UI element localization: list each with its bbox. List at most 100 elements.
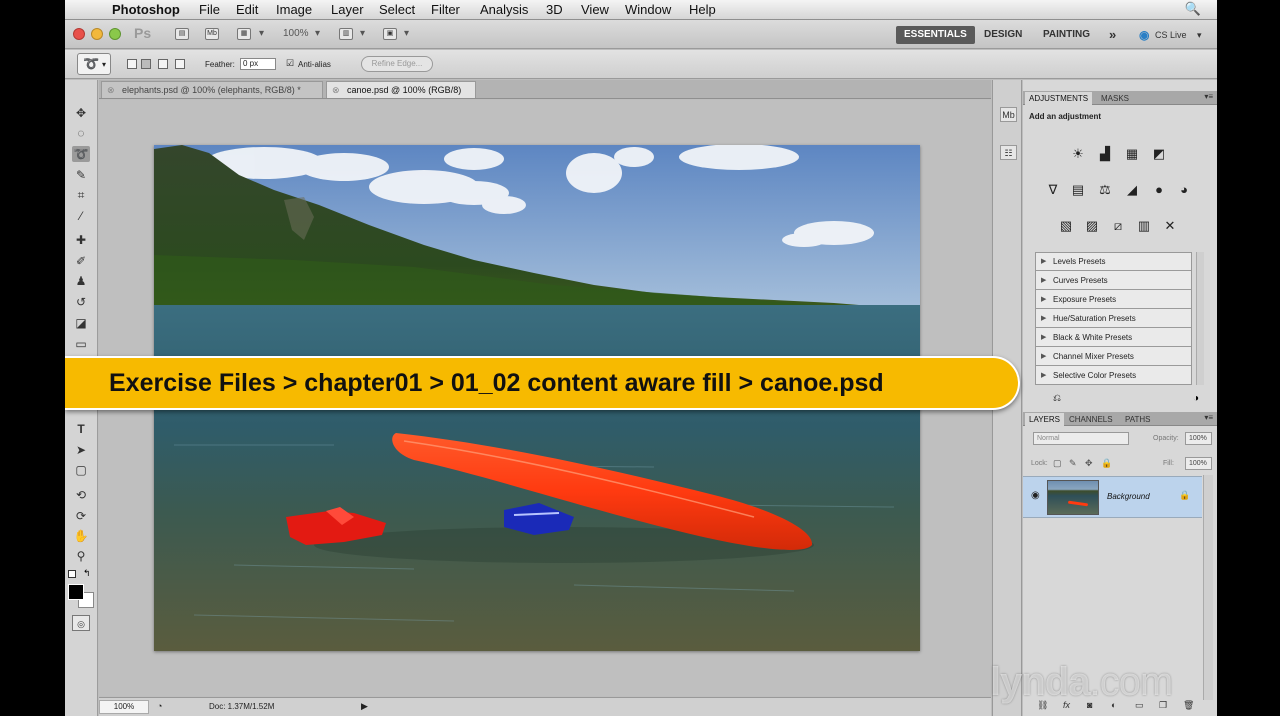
menu-filter[interactable]: Filter (431, 2, 460, 17)
refine-edge-button[interactable]: Refine Edge... (361, 56, 433, 72)
type-tool-icon[interactable]: T (72, 421, 90, 437)
menu-analysis[interactable]: Analysis (480, 2, 528, 17)
workspace-design[interactable]: DESIGN (976, 26, 1030, 44)
exposure-icon[interactable]: ◩ (1150, 145, 1168, 162)
screen-mode-dropdown-icon[interactable]: ▾ (404, 28, 409, 39)
preset-selective-color[interactable]: ▶ Selective Color Presets (1036, 367, 1191, 385)
invert-icon[interactable]: ▧ (1057, 217, 1075, 234)
tab-masks[interactable]: MASKS (1097, 92, 1133, 105)
workspace-essentials[interactable]: ESSENTIALS (896, 26, 975, 44)
clone-stamp-tool-icon[interactable]: ♟ (72, 273, 90, 289)
zoom-dropdown-icon[interactable]: ▾ (315, 28, 320, 39)
close-tab-icon[interactable]: ⊗ (107, 82, 115, 98)
photo-filter-icon[interactable]: ● (1150, 181, 1168, 198)
tab-adjustments[interactable]: ADJUSTMENTS (1025, 92, 1093, 105)
visibility-eye-icon[interactable]: ◉ (1031, 490, 1040, 501)
menu-3d[interactable]: 3D (546, 2, 563, 17)
history-brush-tool-icon[interactable]: ↺ (72, 294, 90, 310)
brush-tool-icon[interactable]: ✐ (72, 253, 90, 269)
hue-saturation-icon[interactable]: ▤ (1069, 181, 1087, 198)
gradient-map-icon[interactable]: ▥ (1135, 217, 1153, 234)
clip-to-layer-icon[interactable]: ◑ (1193, 393, 1199, 404)
3d-orbit-tool-icon[interactable]: ⟳ (72, 508, 90, 524)
tab-channels[interactable]: CHANNELS (1065, 413, 1117, 426)
menu-window[interactable]: Window (625, 2, 671, 17)
gradient-tool-icon[interactable]: ▭ (72, 336, 90, 352)
add-to-selection-icon[interactable] (141, 59, 151, 69)
color-balance-icon[interactable]: ⚖ (1096, 181, 1114, 198)
view-extras-dropdown-icon[interactable]: ▾ (259, 28, 264, 39)
feather-input[interactable]: 0 px (240, 58, 276, 70)
zoom-level-select[interactable]: 100% (283, 28, 309, 39)
layers-scrollbar[interactable] (1203, 475, 1213, 700)
mini-bridge-panel-icon[interactable]: Mb (1000, 107, 1017, 122)
eraser-tool-icon[interactable]: ◪ (72, 315, 90, 331)
vibrance-icon[interactable]: ∇ (1044, 181, 1062, 198)
cs-live-button[interactable]: CS Live (1153, 26, 1189, 44)
tab-elephants[interactable]: ⊗ elephants.psd @ 100% (elephants, RGB/8… (101, 81, 323, 98)
presets-scrollbar[interactable] (1196, 252, 1204, 385)
mini-bridge-icon[interactable]: Mb (205, 28, 219, 40)
lock-transparent-icon[interactable]: ▢ (1053, 458, 1062, 469)
status-icon[interactable]: ◔ (157, 701, 162, 711)
default-colors-icon[interactable] (68, 570, 76, 578)
quick-mask-icon[interactable]: ◎ (72, 615, 90, 631)
more-workspaces-button[interactable]: » (1101, 26, 1124, 44)
menu-edit[interactable]: Edit (236, 2, 258, 17)
delete-layer-icon[interactable]: 🗑 (1183, 700, 1194, 711)
quick-selection-tool-icon[interactable]: ✎ (72, 167, 90, 183)
status-menu-arrow-icon[interactable]: ▶ (361, 701, 368, 712)
preset-channel-mixer[interactable]: ▶ Channel Mixer Presets (1036, 348, 1191, 366)
launch-bridge-icon[interactable]: ▤ (175, 28, 189, 40)
screen-mode-icon[interactable]: ▣ (383, 28, 397, 40)
lasso-tool-icon[interactable]: ➰ (72, 146, 90, 162)
3d-rotate-tool-icon[interactable]: ⟲ (72, 487, 90, 503)
menu-layer[interactable]: Layer (331, 2, 364, 17)
lock-all-icon[interactable]: 🔒 (1101, 458, 1112, 469)
tool-preset-picker[interactable]: ➰ ▾ (77, 53, 111, 75)
anti-alias-checkbox[interactable]: ☑ (286, 58, 294, 69)
view-extras-icon[interactable]: ▦ (237, 28, 251, 40)
tab-layers[interactable]: LAYERS (1025, 413, 1064, 426)
path-selection-tool-icon[interactable]: ➤ (72, 442, 90, 458)
preset-black-white[interactable]: ▶ Black & White Presets (1036, 329, 1191, 347)
selective-color-icon[interactable]: ✕ (1161, 217, 1179, 234)
menu-select[interactable]: Select (379, 2, 415, 17)
arrange-dropdown-icon[interactable]: ▾ (360, 28, 365, 39)
opacity-input[interactable]: 100% (1185, 432, 1212, 445)
layer-row[interactable]: ◉ Background 🔒 (1023, 476, 1202, 518)
close-window-button[interactable] (73, 28, 85, 40)
menu-help[interactable]: Help (689, 2, 716, 17)
return-to-list-icon[interactable]: ⎌ (1053, 393, 1061, 404)
arrange-documents-icon[interactable]: ▥ (339, 28, 353, 40)
preset-levels[interactable]: ▶ Levels Presets (1036, 253, 1191, 271)
subtract-selection-icon[interactable] (158, 59, 168, 69)
hand-tool-icon[interactable]: ✋ (72, 528, 90, 544)
history-panel-icon[interactable]: ☷ (1000, 145, 1017, 160)
menu-app-name[interactable]: Photoshop (112, 2, 180, 17)
black-white-icon[interactable]: ◢ (1123, 181, 1141, 198)
move-tool-icon[interactable]: ✥ (72, 105, 90, 121)
workspace-painting[interactable]: PAINTING (1035, 26, 1098, 44)
fill-input[interactable]: 100% (1185, 457, 1212, 470)
tab-canoe[interactable]: ⊗ canoe.psd @ 100% (RGB/8) (326, 81, 476, 98)
intersect-selection-icon[interactable] (175, 59, 185, 69)
levels-icon[interactable]: ▟ (1096, 145, 1114, 162)
lock-position-icon[interactable]: ✥ (1085, 458, 1093, 469)
preset-hue-saturation[interactable]: ▶ Hue/Saturation Presets (1036, 310, 1191, 328)
cs-live-icon[interactable]: ◉ (1137, 26, 1151, 44)
crop-tool-icon[interactable]: ⌗ (72, 187, 90, 203)
brightness-contrast-icon[interactable]: ☀ (1069, 145, 1087, 162)
zoom-field[interactable]: 100% (99, 700, 149, 714)
zoom-window-button[interactable] (109, 28, 121, 40)
preset-exposure[interactable]: ▶ Exposure Presets (1036, 291, 1191, 309)
close-tab-icon[interactable]: ⊗ (332, 82, 340, 98)
threshold-icon[interactable]: ⧄ (1109, 217, 1127, 234)
blend-mode-select[interactable]: Normal (1033, 432, 1129, 445)
menu-file[interactable]: File (199, 2, 220, 17)
spotlight-search-icon[interactable]: 🔍 (1185, 1, 1201, 17)
zoom-tool-icon[interactable]: ⚲ (72, 548, 90, 564)
posterize-icon[interactable]: ▨ (1083, 217, 1101, 234)
panel-menu-icon[interactable]: ▾≡ (1204, 92, 1213, 101)
marquee-tool-icon[interactable]: ◌ (72, 125, 90, 141)
